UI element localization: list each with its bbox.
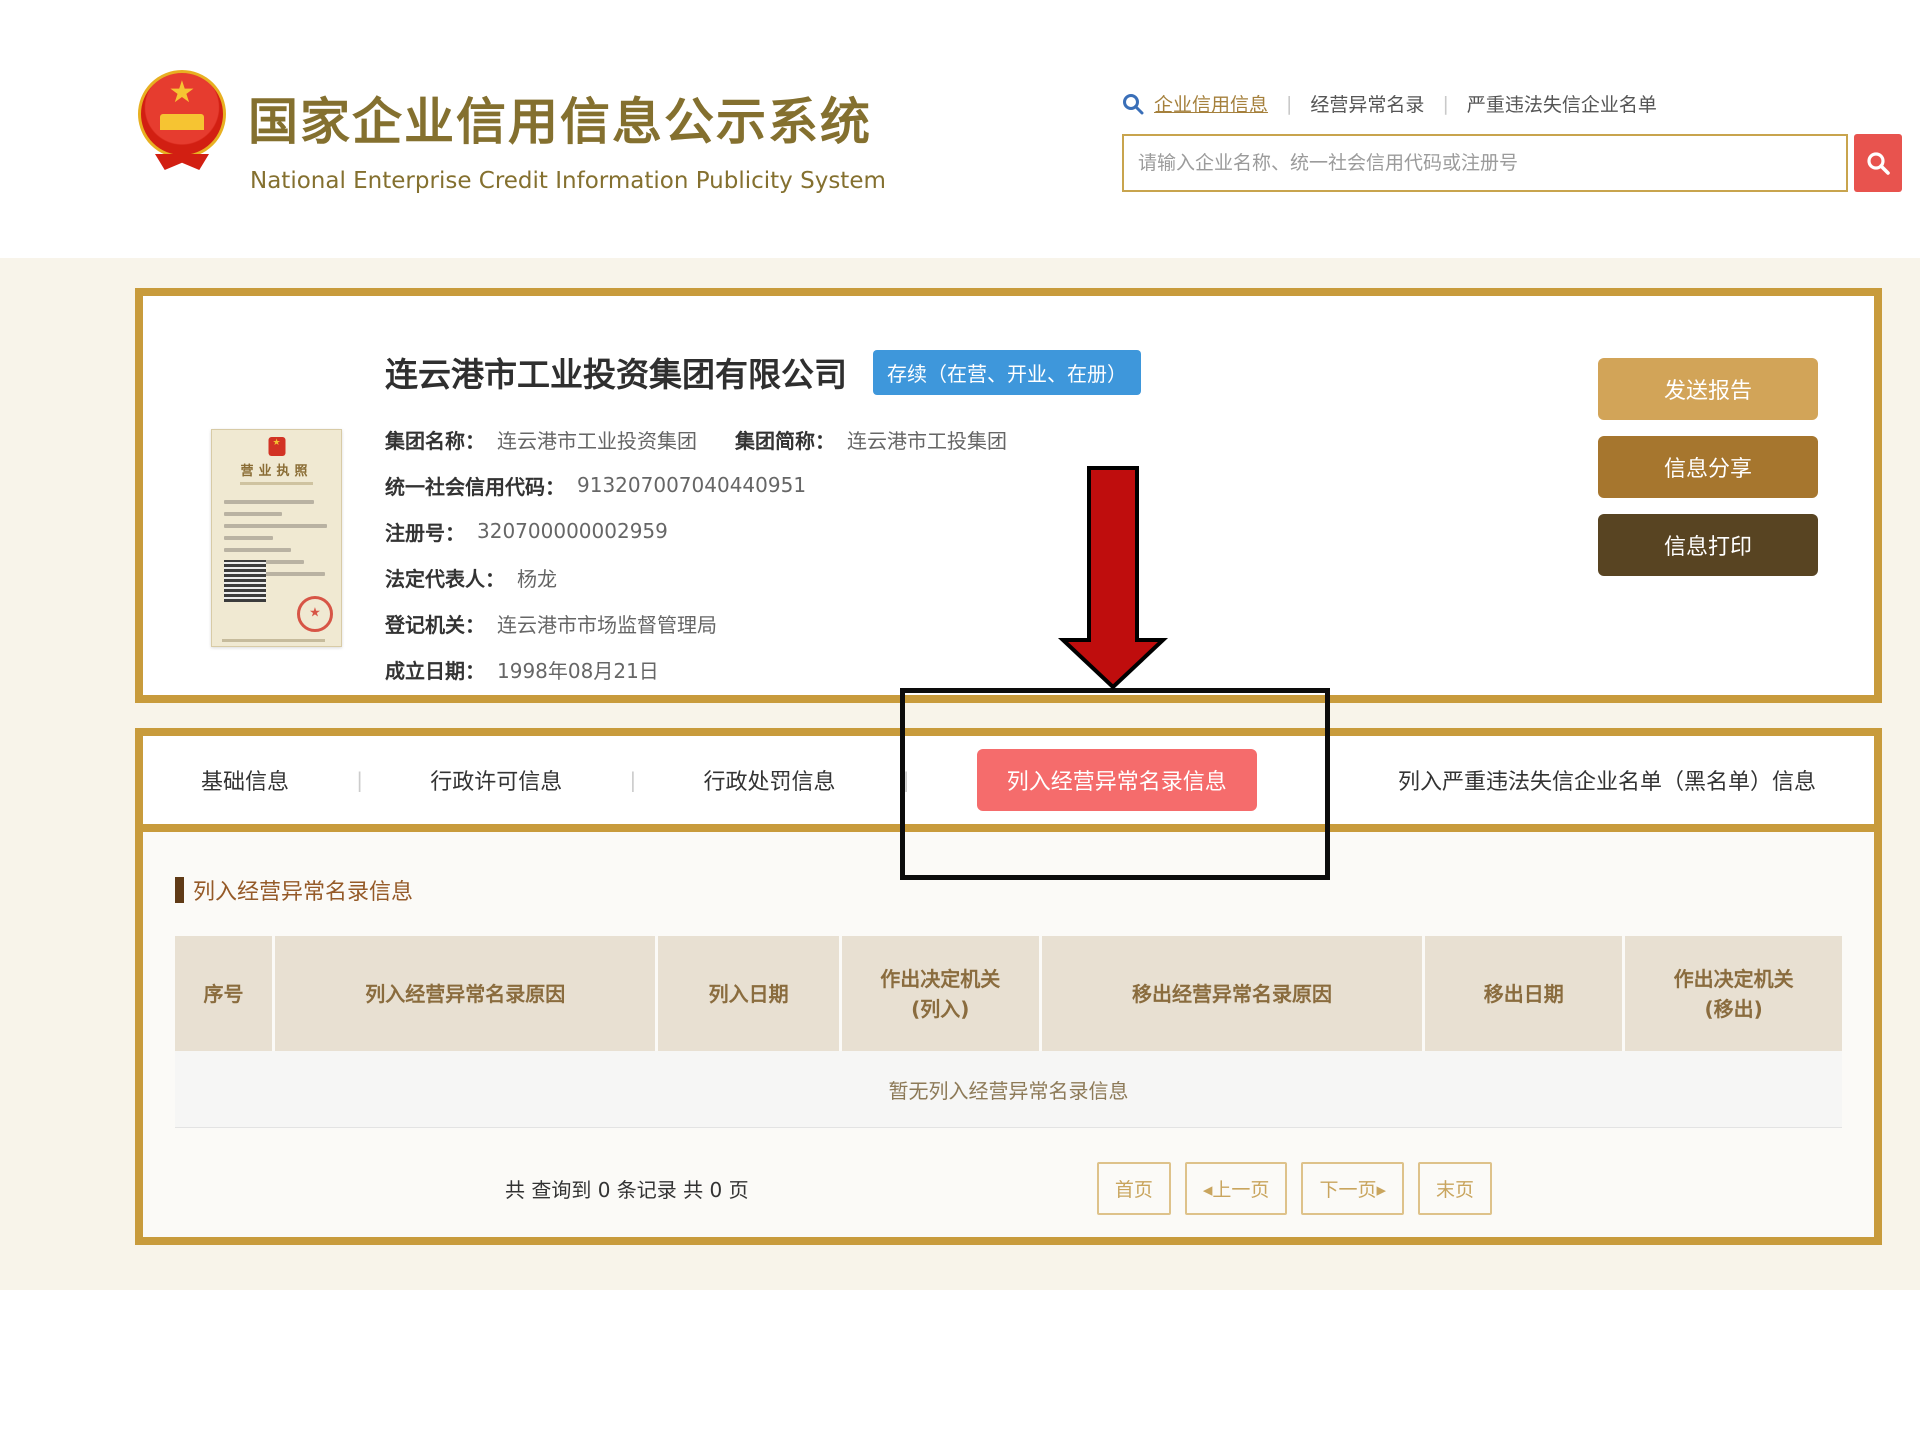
next-page-button[interactable]: 下一页▸ <box>1301 1162 1404 1215</box>
section-title: 列入经营异常名录信息 <box>193 874 413 906</box>
table-header-row: 序号列入经营异常名录原因列入日期作出决定机关 (列入)移出经营异常名录原因移出日… <box>175 936 1842 1051</box>
company-action-buttons: 发送报告信息分享信息打印 <box>1598 358 1818 576</box>
section-title-marker <box>175 877 184 903</box>
nav-link-1[interactable]: 企业信用信息 <box>1154 90 1268 117</box>
tab-1[interactable]: 基础信息 <box>201 764 289 796</box>
search-button-icon <box>1865 150 1891 176</box>
search-bar <box>1122 134 1902 192</box>
company-info-row: 登记机关： 连云港市市场监督管理局 <box>385 600 1141 646</box>
tab-separator: | <box>629 768 636 792</box>
license-red-seal <box>297 596 333 632</box>
license-qr-code <box>224 560 266 602</box>
nav-link-3[interactable]: 严重违法失信企业名单 <box>1467 90 1657 117</box>
license-text-line <box>224 500 314 504</box>
table-header-cell: 列入日期 <box>658 936 841 1051</box>
tab-separator: | <box>903 768 910 792</box>
info-label: 统一社会信用代码： <box>385 471 565 500</box>
nav-link-2[interactable]: 经营异常名录 <box>1310 90 1424 117</box>
first-page-button[interactable]: 首页 <box>1097 1162 1171 1215</box>
tab-3[interactable]: 行政处罚信息 <box>703 764 835 796</box>
license-emblem-icon <box>268 437 285 456</box>
emblem-star-icon: ★ <box>169 78 196 108</box>
info-value: 连云港市市场监督管理局 <box>497 609 717 638</box>
tab-5[interactable]: 列入严重违法失信企业名单（黑名单）信息 <box>1398 764 1816 796</box>
action-button-2[interactable]: 信息分享 <box>1598 436 1818 498</box>
table-header-cell: 移出日期 <box>1425 936 1625 1051</box>
info-label: 成立日期： <box>385 655 485 684</box>
company-info-row: 统一社会信用代码： 913207007040440951 <box>385 462 1141 508</box>
info-value: 320700000002959 <box>477 519 668 543</box>
license-rule <box>240 482 312 485</box>
section-title-row: 列入经营异常名录信息 <box>175 874 1842 906</box>
tab-separator: | <box>1324 768 1331 792</box>
pagination-summary: 共 查询到 0 条记录 共 0 页 <box>505 1174 749 1203</box>
info-label: 法定代表人： <box>385 563 505 592</box>
tab-separator: | <box>356 768 363 792</box>
info-value: 杨龙 <box>517 563 557 592</box>
tab-bar: 基础信息 | 行政许可信息 | 行政处罚信息 | 列入经营异常名录信息 | 列入严重违法失信企业… <box>143 736 1874 824</box>
emblem-ribbon <box>155 154 209 170</box>
section-content: 列入经营异常名录信息 序号列入经营异常名录原因列入日期作出决定机关 (列入)移出… <box>143 832 1874 1215</box>
nav-separator: | <box>1286 93 1292 115</box>
table-empty-message: 暂无列入经营异常名录信息 <box>175 1051 1842 1128</box>
pagination-buttons: 首页 ◂上一页下一页▸ 末页 <box>1097 1162 1492 1215</box>
company-info-row: 法定代表人： 杨龙 <box>385 554 1141 600</box>
company-info-rows: 集团名称： 连云港市工业投资集团 集团简称： 连云港市工投集团统一社会信用代码： 913… <box>385 416 1141 692</box>
license-text-line <box>224 512 282 516</box>
site-title: 国家企业信用信息公示系统 <box>248 82 872 154</box>
search-icon <box>1122 93 1144 115</box>
action-button-3[interactable]: 信息打印 <box>1598 514 1818 576</box>
business-license-thumbnail: 营业执照 <box>211 429 342 647</box>
table-header-cell: 列入经营异常名录原因 <box>275 936 658 1051</box>
action-button-1[interactable]: 发送报告 <box>1598 358 1818 420</box>
info-value: 连云港市工业投资集团 <box>497 425 697 454</box>
license-text-line <box>224 548 291 552</box>
info-label: 注册号： <box>385 517 465 546</box>
header-nav: 企业信用信息 | 经营异常名录 | 严重违法失信企业名单 <box>1122 90 1657 117</box>
last-page-button[interactable]: 末页 <box>1418 1162 1492 1215</box>
table-header-cell: 移出经营异常名录原因 <box>1042 936 1425 1051</box>
info-label: 登记机关： <box>385 609 485 638</box>
company-summary-card: 营业执照 连云港市工业投资集团有限公司 存续（在营、开业、在册） 集团名称：连云… <box>135 288 1882 703</box>
detail-card: 基础信息 | 行政许可信息 | 行政处罚信息 | 列入经营异常名录信息 | 列入严重违法失信企业… <box>135 728 1882 1245</box>
table-header-cell: 作出决定机关 (列入) <box>842 936 1042 1051</box>
info-value: 913207007040440951 <box>577 473 806 497</box>
table-header-cell: 作出决定机关 (移出) <box>1625 936 1842 1051</box>
license-title: 营业执照 <box>212 460 341 479</box>
license-footer-line <box>222 639 325 642</box>
tab-divider <box>143 824 1874 832</box>
company-info-row: 成立日期： 1998年08月21日 <box>385 646 1141 692</box>
national-emblem-logo: ★ <box>138 70 226 162</box>
site-header: ★ 国家企业信用信息公示系统 National Enterprise Credi… <box>0 0 1920 259</box>
company-name: 连云港市工业投资集团有限公司 <box>385 348 847 396</box>
company-info-block: 连云港市工业投资集团有限公司 存续（在营、开业、在册） 集团名称： 连云港市工业投… <box>385 348 1141 692</box>
tab-4-active[interactable]: 列入经营异常名录信息 <box>977 749 1257 811</box>
company-info-row: 集团名称： 连云港市工业投资集团 集团简称： 连云港市工投集团 <box>385 416 1141 462</box>
tab-2[interactable]: 行政许可信息 <box>430 764 562 796</box>
info-label: 集团简称： <box>735 425 835 454</box>
site-subtitle: National Enterprise Credit Information P… <box>250 168 886 194</box>
table-header-cell: 序号 <box>175 936 275 1051</box>
info-value: 连云港市工投集团 <box>847 425 1007 454</box>
nav-separator: | <box>1442 93 1448 115</box>
company-name-row: 连云港市工业投资集团有限公司 存续（在营、开业、在册） <box>385 348 1141 396</box>
search-input[interactable] <box>1122 134 1848 192</box>
license-text-line <box>224 524 327 528</box>
abnormal-operations-table: 序号列入经营异常名录原因列入日期作出决定机关 (列入)移出经营异常名录原因移出日… <box>175 936 1842 1128</box>
emblem-gate-shape <box>160 114 204 130</box>
prev-page-button[interactable]: ◂上一页 <box>1185 1162 1288 1215</box>
company-status-badge: 存续（在营、开业、在册） <box>873 350 1141 395</box>
search-button[interactable] <box>1854 134 1902 192</box>
info-value: 1998年08月21日 <box>497 655 659 684</box>
info-label: 集团名称： <box>385 425 485 454</box>
company-info-row: 注册号： 320700000002959 <box>385 508 1141 554</box>
pagination-row: 共 查询到 0 条记录 共 0 页 首页 ◂上一页下一页▸ 末页 <box>175 1162 1842 1215</box>
license-text-line <box>224 536 273 540</box>
